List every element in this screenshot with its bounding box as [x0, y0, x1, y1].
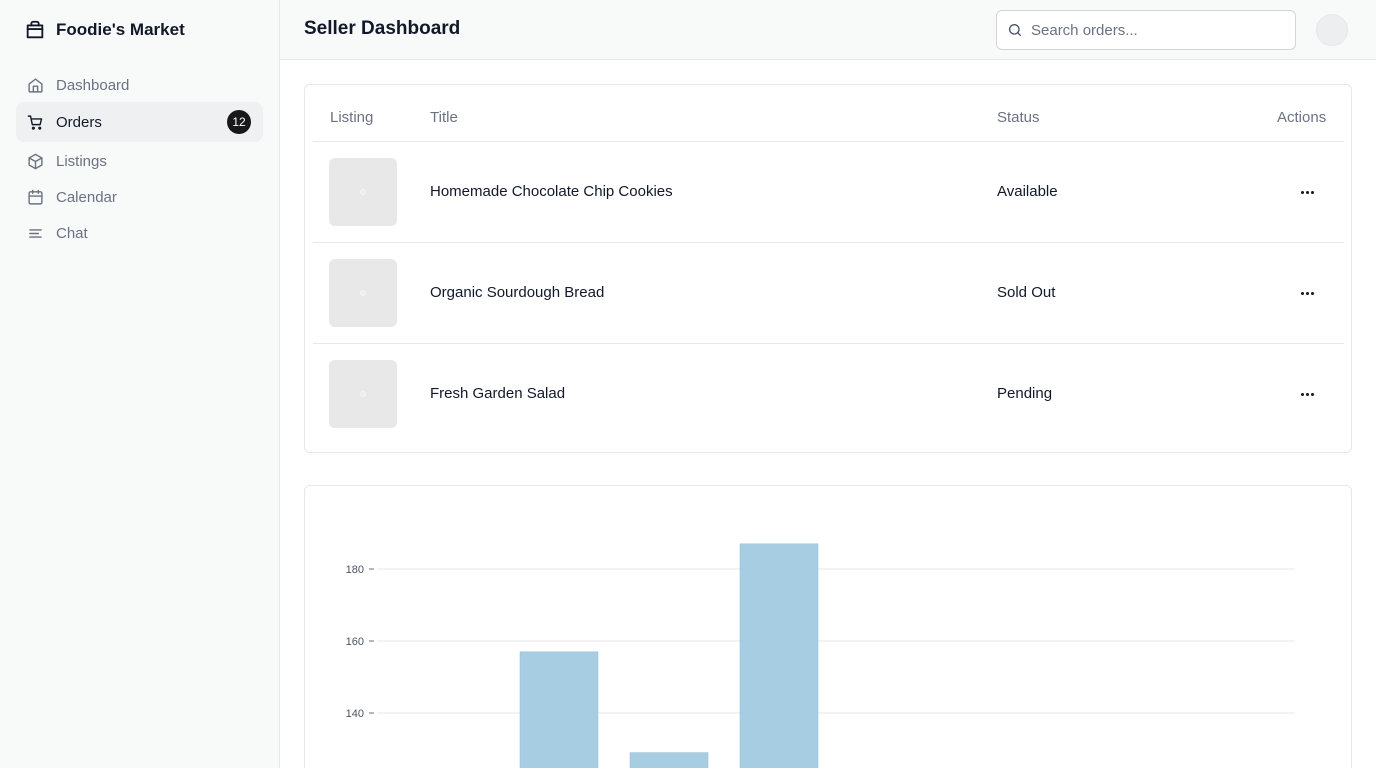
bar-chart: 140 160 180	[346, 543, 1294, 768]
more-dots-icon	[1310, 392, 1314, 396]
y-tick-label: 180	[346, 564, 364, 576]
chart-bar[interactable]	[519, 651, 599, 768]
sidebar-item-label: Chat	[56, 224, 88, 242]
table-row[interactable]: Homemade Chocolate Chip Cookies Availabl…	[313, 142, 1344, 243]
calendar-icon	[26, 188, 44, 206]
sidebar-item-label: Dashboard	[56, 76, 130, 94]
sidebar-item-label: Orders	[56, 113, 102, 131]
listing-status: Pending	[997, 385, 1053, 402]
listing-title: Fresh Garden Salad	[430, 385, 566, 402]
column-header-title: Title	[430, 109, 458, 126]
listing-thumbnail	[329, 360, 397, 428]
chart-bar[interactable]	[739, 543, 819, 768]
table-row[interactable]: Organic Sourdough Bread Sold Out	[313, 243, 1344, 344]
sidebar-item-label: Calendar	[56, 188, 117, 206]
column-header-status: Status	[997, 109, 1040, 126]
row-actions-button[interactable]	[1293, 281, 1321, 305]
listing-thumbnail	[329, 259, 397, 327]
more-dots-icon	[1305, 392, 1309, 396]
chart-bar[interactable]	[629, 752, 709, 768]
menu-lines-icon	[26, 224, 44, 242]
search-box[interactable]	[996, 10, 1296, 50]
more-dots-icon	[1300, 392, 1304, 396]
orders-count-badge: 12	[227, 110, 251, 134]
more-dots-icon	[1300, 190, 1304, 194]
listings-table: Listing Title Status Actions Homemade Ch…	[304, 84, 1352, 453]
more-dots-icon	[1310, 291, 1314, 295]
table-row[interactable]: Fresh Garden Salad Pending	[313, 344, 1344, 445]
more-dots-icon	[1300, 291, 1304, 295]
listing-title: Organic Sourdough Bread	[430, 284, 605, 301]
more-dots-icon	[1305, 190, 1309, 194]
listing-status: Sold Out	[997, 284, 1056, 301]
sidebar-item-chat[interactable]: Chat	[16, 214, 263, 252]
column-header-listing: Listing	[330, 109, 374, 126]
sales-chart-card: 140 160 180	[304, 485, 1352, 768]
image-placeholder-icon	[360, 189, 366, 195]
more-dots-icon	[1305, 291, 1309, 295]
package-icon	[26, 152, 44, 170]
image-placeholder-icon	[360, 290, 366, 296]
more-dots-icon	[1310, 190, 1314, 194]
column-header-actions: Actions	[1277, 109, 1327, 126]
row-actions-button[interactable]	[1293, 180, 1321, 204]
sidebar-item-label: Listings	[56, 152, 107, 170]
sidebar-item-calendar[interactable]: Calendar	[16, 178, 263, 216]
sidebar-item-listings[interactable]: Listings	[16, 142, 263, 180]
y-tick-label: 160	[346, 636, 364, 648]
row-actions-button[interactable]	[1293, 382, 1321, 406]
page-title: Seller Dashboard	[304, 18, 461, 39]
sidebar-item-orders[interactable]: Orders 12	[16, 102, 263, 142]
store-icon	[26, 20, 44, 39]
y-tick-label: 140	[346, 708, 364, 720]
brand-name: Foodie's Market	[56, 20, 185, 39]
brand[interactable]: Foodie's Market	[24, 18, 185, 42]
sidebar: Foodie's Market Dashboard Orders 12 List…	[0, 0, 280, 768]
listing-title: Homemade Chocolate Chip Cookies	[430, 183, 673, 200]
search-input[interactable]	[1031, 21, 1281, 39]
listing-status: Available	[997, 183, 1058, 200]
sidebar-item-dashboard[interactable]: Dashboard	[16, 66, 263, 104]
search-icon	[1007, 22, 1023, 38]
image-placeholder-icon	[360, 391, 366, 397]
home-icon	[26, 76, 44, 94]
cart-icon	[26, 113, 44, 131]
avatar[interactable]	[1316, 14, 1348, 46]
sidebar-nav: Dashboard Orders 12 Listings Calendar Ch…	[16, 66, 263, 250]
table-header: Listing Title Status Actions	[313, 85, 1344, 142]
listing-thumbnail	[329, 158, 397, 226]
top-bar: Seller Dashboard	[280, 0, 1376, 60]
